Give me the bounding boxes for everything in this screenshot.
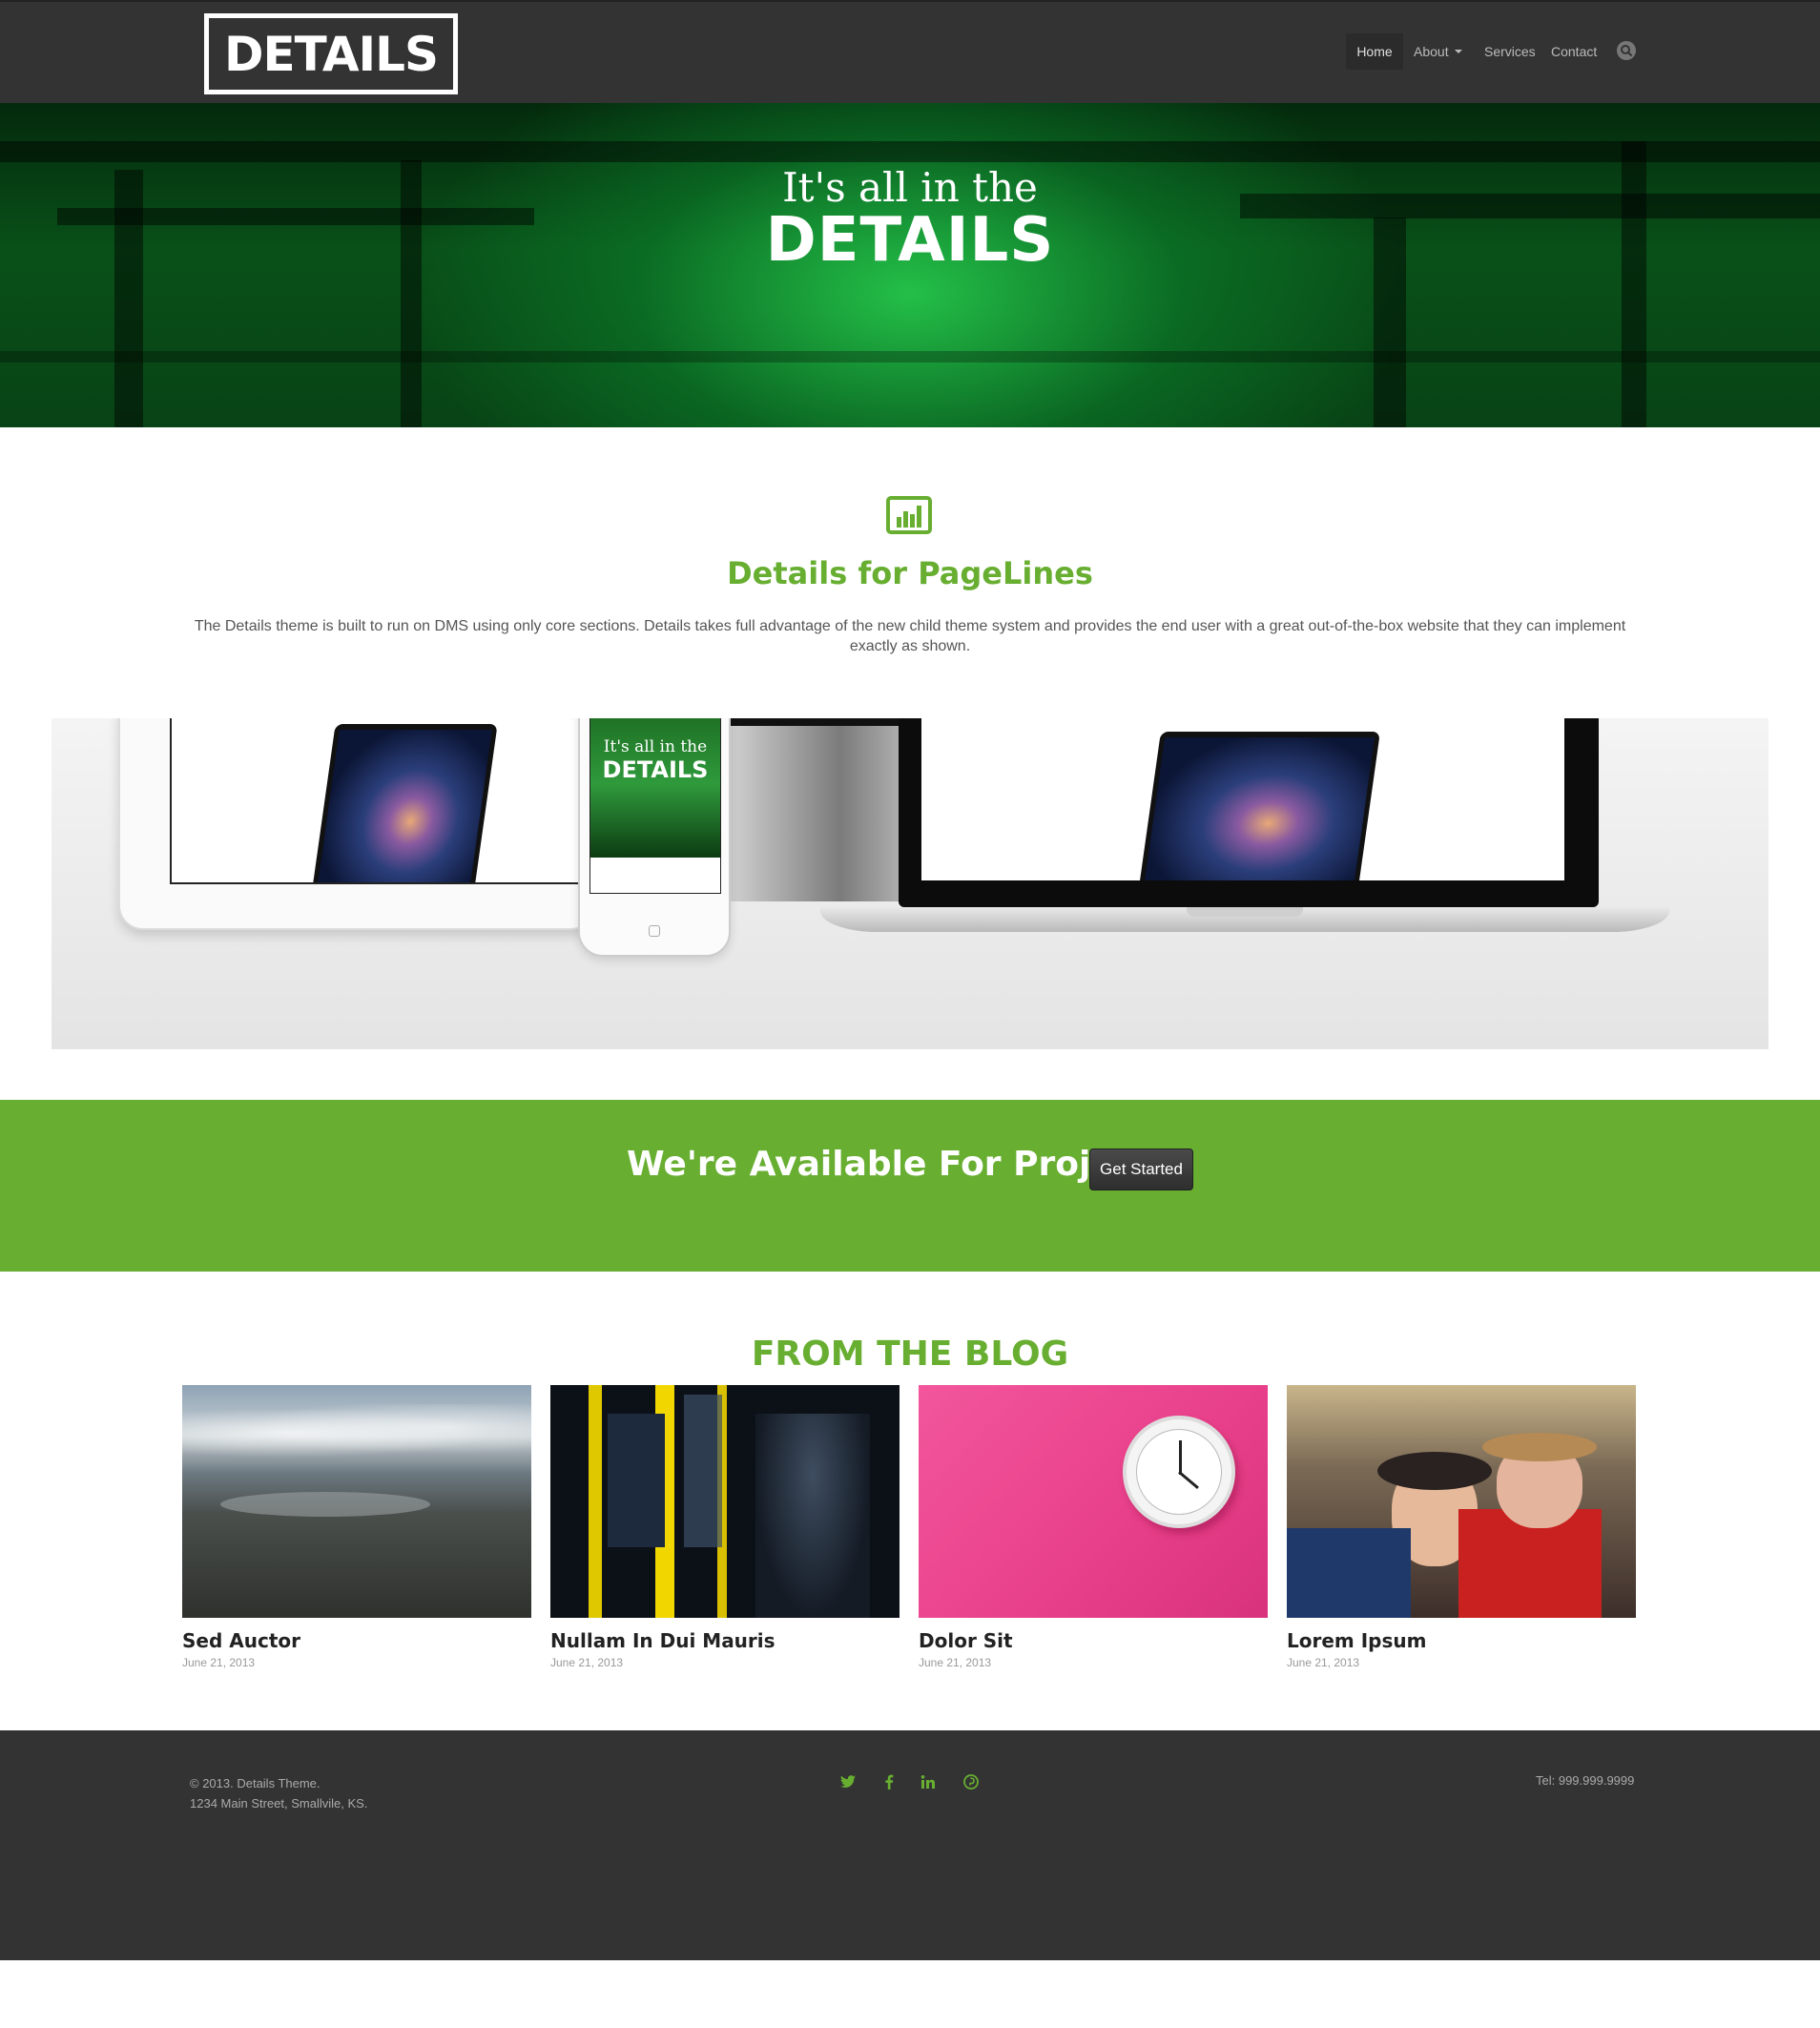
blog-post-date: June 21, 2013	[1287, 1656, 1360, 1669]
get-started-button[interactable]: Get Started	[1089, 1149, 1193, 1190]
blog-post-title[interactable]: Lorem Ipsum	[1287, 1629, 1636, 1652]
site-footer	[0, 1730, 1820, 1960]
blog-post-date: June 21, 2013	[182, 1656, 256, 1669]
hero-tagline: It's all in the	[782, 164, 1038, 211]
home-button-icon	[649, 925, 660, 937]
intro-text: The Details theme is built to run on DMS…	[194, 618, 1626, 654]
footer-copyright: © 2013. Details Theme.	[190, 1776, 321, 1790]
twitter-icon[interactable]	[838, 1771, 858, 1792]
search-icon[interactable]	[1617, 41, 1636, 60]
tablet-device	[118, 718, 595, 930]
devices-showcase-image: It's all in the DETAILS	[52, 718, 1768, 1049]
blog-post[interactable]: Sed Auctor June 21, 2013	[182, 1385, 531, 1669]
phone-device: It's all in the DETAILS	[578, 718, 731, 957]
nav-about-label: About	[1414, 44, 1449, 59]
blog-post-title[interactable]: Dolor Sit	[919, 1629, 1268, 1652]
facebook-icon[interactable]	[879, 1771, 900, 1792]
footer-info: © 2013. Details Theme. 1234 Main Street,…	[190, 1773, 367, 1813]
blog-post-title[interactable]: Nullam In Dui Mauris	[550, 1629, 900, 1652]
phone-tagline: It's all in the	[603, 737, 708, 756]
blog-post[interactable]: Lorem Ipsum June 21, 2013	[1287, 1385, 1636, 1669]
hero-title: DETAILS	[765, 205, 1055, 276]
blog-post-date: June 21, 2013	[919, 1656, 992, 1669]
bar-chart-icon	[886, 496, 932, 534]
blog-post-image[interactable]	[182, 1385, 531, 1618]
site-logo[interactable]: DETAILS	[204, 13, 458, 94]
blog-post[interactable]: Nullam In Dui Mauris June 21, 2013	[550, 1385, 900, 1669]
blog-section-title: FROM THE BLOG	[751, 1335, 1069, 1374]
blog-post-image[interactable]	[550, 1385, 900, 1618]
footer-address: 1234 Main Street, Smallvile, KS.	[190, 1796, 368, 1811]
blog-post-title[interactable]: Sed Auctor	[182, 1629, 531, 1652]
cta-band	[0, 1100, 1820, 1272]
blog-post-image[interactable]	[1287, 1385, 1636, 1618]
laptop-device	[899, 718, 1599, 907]
nav-about[interactable]: About	[1414, 33, 1462, 70]
blog-post-image[interactable]	[919, 1385, 1268, 1618]
linkedin-icon[interactable]	[918, 1771, 939, 1792]
nav-home[interactable]: Home	[1346, 33, 1403, 70]
phone-title: DETAILS	[602, 756, 709, 783]
logo-text: DETAILS	[215, 24, 447, 84]
nav-contact[interactable]: Contact	[1551, 33, 1597, 70]
blog-post[interactable]: Dolor Sit June 21, 2013	[919, 1385, 1268, 1669]
pinterest-icon[interactable]	[961, 1771, 982, 1792]
chevron-down-icon	[1454, 50, 1462, 53]
footer-phone: Tel: 999.999.9999	[1536, 1773, 1635, 1788]
blog-post-date: June 21, 2013	[550, 1656, 624, 1669]
nav-services[interactable]: Services	[1484, 33, 1536, 70]
intro-title: Details for PageLines	[727, 555, 1093, 591]
